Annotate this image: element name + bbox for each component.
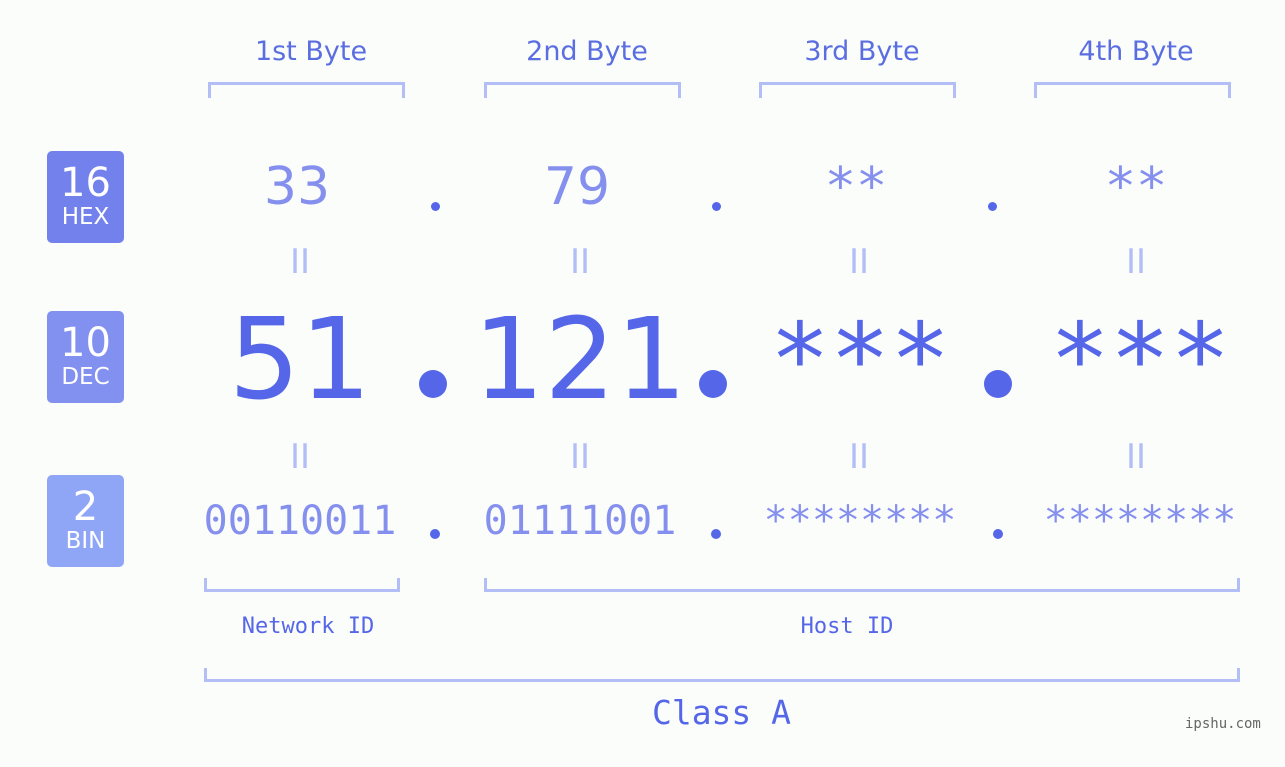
- dec-byte-1: 51: [228, 295, 372, 425]
- byte-bracket-4: [1034, 82, 1231, 98]
- bin-separator-3: [993, 529, 1003, 539]
- hex-badge-number: 16: [60, 160, 111, 206]
- hex-byte-2: 79: [543, 157, 611, 217]
- dec-badge: 10 DEC: [47, 311, 124, 403]
- byte-header-3: 3rd Byte: [804, 36, 920, 67]
- hex-badge-label: HEX: [61, 204, 110, 230]
- host-id-bracket: [484, 578, 1240, 592]
- network-id-label: Network ID: [241, 614, 375, 639]
- dec-byte-2: 121: [473, 295, 687, 425]
- dec-badge-label: DEC: [61, 364, 110, 390]
- byte-bracket-1: [208, 82, 405, 98]
- hex-byte-4: **: [1104, 157, 1168, 217]
- dec-separator-1: [419, 370, 447, 398]
- equals-icon: II: [569, 437, 591, 477]
- byte-header-2: 2nd Byte: [526, 36, 648, 67]
- byte-header-1: 1st Byte: [254, 36, 368, 67]
- hex-separator-3: [988, 202, 997, 211]
- equals-icon: II: [1125, 437, 1147, 477]
- byte-bracket-3: [759, 82, 956, 98]
- bin-byte-3: ********: [763, 498, 957, 544]
- watermark: ipshu.com: [1185, 716, 1261, 732]
- dec-badge-number: 10: [60, 320, 111, 366]
- network-id-bracket: [204, 578, 400, 592]
- byte-bracket-2: [484, 82, 681, 98]
- equals-icon: II: [289, 242, 311, 282]
- dec-byte-3: ***: [769, 301, 951, 418]
- hex-separator-2: [712, 202, 721, 211]
- equals-icon: II: [569, 242, 591, 282]
- host-id-label: Host ID: [800, 614, 894, 639]
- equals-icon: II: [1125, 242, 1147, 282]
- dec-separator-2: [699, 370, 727, 398]
- bin-separator-1: [430, 529, 440, 539]
- bin-byte-4: ********: [1043, 498, 1237, 544]
- hex-badge: 16 HEX: [47, 151, 124, 243]
- hex-separator-1: [431, 202, 440, 211]
- bin-byte-2: 01111001: [483, 498, 677, 544]
- class-bracket: [204, 668, 1240, 682]
- bin-badge-number: 2: [72, 484, 99, 530]
- bin-separator-2: [711, 529, 721, 539]
- bin-badge: 2 BIN: [47, 475, 124, 567]
- equals-icon: II: [848, 242, 870, 282]
- equals-icon: II: [848, 437, 870, 477]
- hex-byte-1: 33: [263, 157, 331, 217]
- bin-badge-label: BIN: [65, 528, 106, 554]
- dec-byte-4: ***: [1049, 301, 1231, 418]
- byte-header-4: 4th Byte: [1078, 36, 1194, 67]
- hex-byte-3: **: [824, 157, 888, 217]
- dec-separator-3: [984, 370, 1012, 398]
- equals-icon: II: [289, 437, 311, 477]
- class-label: Class A: [651, 693, 792, 732]
- bin-byte-1: 00110011: [203, 498, 397, 544]
